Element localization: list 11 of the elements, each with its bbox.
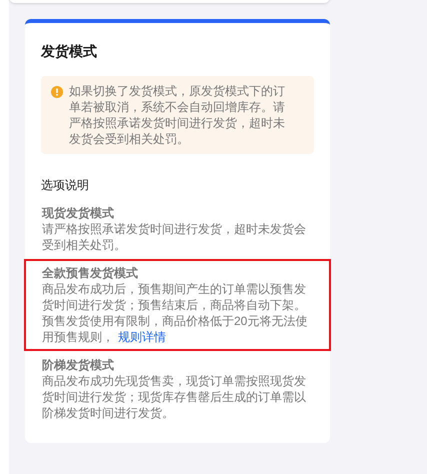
section-title: 选项说明 <box>40 177 90 193</box>
option-description: 商品发布成功后，预售期间产生的订单需以预售发货时间进行发货；预售结束后，商品将自动下架。预售发货使用有限制，商品价格低于20元将无法使用预售规则， 规则详情 <box>42 281 308 345</box>
option-title: 现货发货模式 <box>42 205 115 221</box>
warning-icon <box>51 86 63 98</box>
option-description: 请严格按照承诺发货时间进行发货，超时未发货会受到相关处罚。 <box>42 221 307 253</box>
option-description: 商品发布成功先现货售卖，现货订单需按照现货发货时间进行发货；现货库存售罄后生成的订单需以阶梯发货时间进行发货。 <box>42 373 307 421</box>
alert-text: 如果切换了发货模式，原发货模式下的订单若被取消，系统不会自动回增库存。请严格按照承诺发货时间进行发货，超时未发货会受到相关处罚。 <box>69 83 286 147</box>
option-title: 阶梯发货模式 <box>42 357 115 373</box>
option-title: 全款预售发货模式 <box>42 265 139 281</box>
card-title: 发货模式 <box>40 42 98 61</box>
rules-link[interactable]: 规则详情 <box>118 330 166 344</box>
